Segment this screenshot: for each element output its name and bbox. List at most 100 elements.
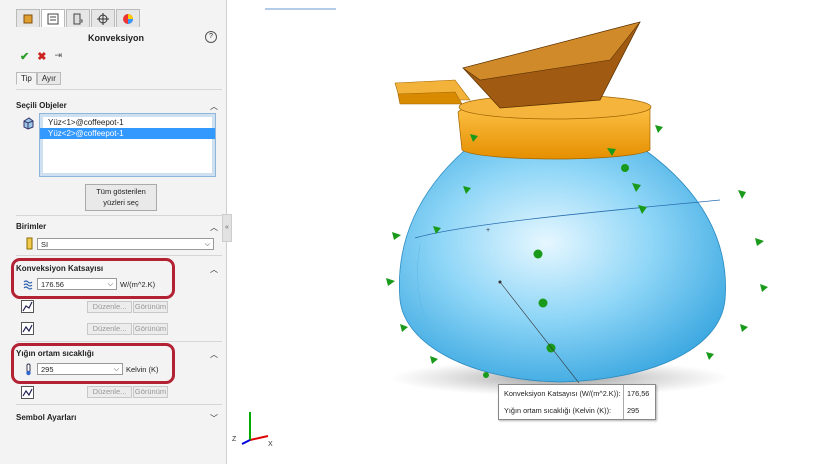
- z-axis-line: [241, 439, 251, 445]
- arrow-marker: [386, 278, 395, 286]
- arrow-marker: [706, 352, 714, 360]
- view-button[interactable]: Görünüm: [133, 386, 168, 398]
- section-heading: Konveksiyon Katsayısı: [16, 264, 104, 273]
- divider: [16, 341, 222, 342]
- thermometer-icon: [26, 363, 31, 376]
- edit-button[interactable]: Düzenle...: [87, 323, 132, 335]
- coffeepot-body[interactable]: [398, 149, 726, 383]
- feature-manager-tab[interactable]: [16, 9, 40, 27]
- tooltip-value: 295: [627, 406, 640, 415]
- display-manager-tab[interactable]: [116, 9, 140, 27]
- section-selected-entities[interactable]: Seçili Objeler ︿: [16, 101, 222, 112]
- property-list-icon: [47, 13, 59, 24]
- tab-split[interactable]: Ayır: [36, 72, 61, 85]
- section-heading: Sembol Ayarları: [16, 413, 77, 422]
- property-manager-panel: Konveksiyon ? ✔ ✖ ⇥ Tip Ayır Seçili Obje…: [0, 0, 227, 464]
- select-all-line1: Tüm gösterilen: [96, 187, 146, 196]
- section-heading: Birimler: [16, 222, 47, 231]
- divider: [16, 404, 222, 405]
- section-heading: Yığın ortam sıcaklığı: [16, 349, 94, 358]
- tooltip-divider: [623, 385, 624, 419]
- chevron-up-icon[interactable]: ︿: [210, 264, 218, 275]
- pot-handle-bottom[interactable]: [397, 91, 463, 105]
- dimxpert-manager-tab[interactable]: [91, 9, 115, 27]
- chevron-up-icon[interactable]: ︿: [210, 101, 218, 112]
- convection-coefficient-input[interactable]: 176.56 ⌵: [37, 278, 117, 290]
- feature-tree-icon: [23, 14, 33, 23]
- tooltip-label: Konveksiyon Katsayısı (W/(m^2.K)):: [504, 389, 621, 398]
- orientation-triad: X Z: [232, 412, 273, 448]
- arrow-marker: [740, 324, 748, 332]
- convection-unit: W/(m^2.K): [120, 280, 156, 289]
- arrow-marker: [483, 372, 489, 378]
- face-select-icon: [23, 117, 34, 130]
- property-manager-tab[interactable]: [41, 9, 65, 27]
- subtab-bar: Tip Ayır: [16, 72, 61, 85]
- arrow-marker: [430, 356, 438, 364]
- triad-x-label: X: [268, 441, 273, 448]
- configuration-manager-tab[interactable]: [66, 9, 90, 27]
- chevron-up-icon[interactable]: ︿: [210, 222, 218, 233]
- arrow-marker: [755, 238, 764, 246]
- tab-tip[interactable]: Tip: [16, 72, 37, 85]
- units-value: SI: [41, 240, 49, 249]
- pin-icon[interactable]: ⇥: [54, 50, 62, 63]
- chevron-up-icon[interactable]: ︿: [210, 349, 218, 360]
- convection-value: 176.56: [41, 280, 64, 289]
- manager-tabstrip: [16, 9, 141, 27]
- appearance-pie-icon: [123, 13, 133, 24]
- section-symbol-settings[interactable]: Sembol Ayarları ﹀: [16, 413, 222, 424]
- selected-faces-list[interactable]: Yüz<1>@coffeepot-1 Yüz<2>@coffeepot-1: [39, 113, 216, 177]
- panel-actions: ✔ ✖ ⇥: [20, 50, 62, 63]
- crosshair-icon: [97, 12, 109, 25]
- list-item-selected[interactable]: Yüz<2>@coffeepot-1: [40, 128, 215, 139]
- list-item[interactable]: Yüz<1>@coffeepot-1: [40, 117, 215, 128]
- divider: [16, 255, 222, 256]
- arrow-marker: [400, 324, 408, 332]
- temperature-unit: Kelvin (K): [126, 365, 159, 374]
- view-button[interactable]: Görünüm: [133, 323, 168, 335]
- view-button[interactable]: Görünüm: [133, 301, 168, 313]
- section-units[interactable]: Birimler ︿: [16, 222, 222, 233]
- arrow-marker: [538, 298, 548, 308]
- edit-button[interactable]: Düzenle...: [87, 301, 132, 313]
- time-curve-icon[interactable]: [21, 322, 34, 335]
- function-curve-icon[interactable]: [21, 300, 34, 313]
- chevron-down-icon: ⌵: [204, 241, 210, 248]
- panel-title: Konveksiyon: [87, 33, 145, 43]
- time-curve-icon[interactable]: [21, 386, 34, 399]
- triad-z-label: Z: [232, 436, 237, 443]
- section-convection-coefficient[interactable]: Konveksiyon Katsayısı ︿: [16, 264, 222, 275]
- section-bulk-temperature[interactable]: Yığın ortam sıcaklığı ︿: [16, 349, 222, 360]
- section-heading: Seçili Objeler: [16, 101, 67, 110]
- arrow-marker: [621, 164, 629, 172]
- chevron-down-icon: ⌵: [107, 281, 113, 288]
- select-all-line2: yüzleri seç: [103, 198, 139, 207]
- help-icon[interactable]: ?: [205, 31, 217, 43]
- load-info-tooltip: Konveksiyon Katsayısı (W/(m^2.K)): 176,5…: [498, 384, 656, 420]
- chevron-down-icon: ⌵: [113, 366, 119, 373]
- units-dropdown[interactable]: SI ⌵: [37, 238, 214, 250]
- bulk-temperature-input[interactable]: 295 ⌵: [37, 363, 123, 375]
- tooltip-label: Yığın ortam sıcaklığı (Kelvin (K)):: [504, 406, 612, 415]
- convection-icon: [23, 280, 33, 290]
- arrow-marker: [392, 232, 401, 240]
- arrow-marker: [738, 190, 746, 199]
- ok-check-icon[interactable]: ✔: [20, 50, 29, 63]
- cancel-x-icon[interactable]: ✖: [37, 50, 46, 63]
- tooltip-value: 176,56: [627, 389, 650, 398]
- divider: [16, 215, 222, 216]
- leader-anchor: [498, 280, 502, 284]
- arrow-marker: [655, 125, 663, 133]
- arrow-marker: [533, 249, 543, 259]
- edit-button[interactable]: Düzenle...: [87, 386, 132, 398]
- select-all-displayed-faces-button[interactable]: Tüm gösterilen yüzleri seç: [85, 184, 157, 211]
- x-axis-line: [249, 435, 269, 441]
- origin-marker: +: [486, 227, 490, 234]
- divider: [16, 89, 222, 90]
- configuration-icon: [73, 13, 83, 24]
- temperature-value: 295: [41, 365, 54, 374]
- chevron-down-icon[interactable]: ﹀: [210, 413, 218, 424]
- arrow-marker: [760, 284, 768, 292]
- units-icon: [26, 237, 33, 250]
